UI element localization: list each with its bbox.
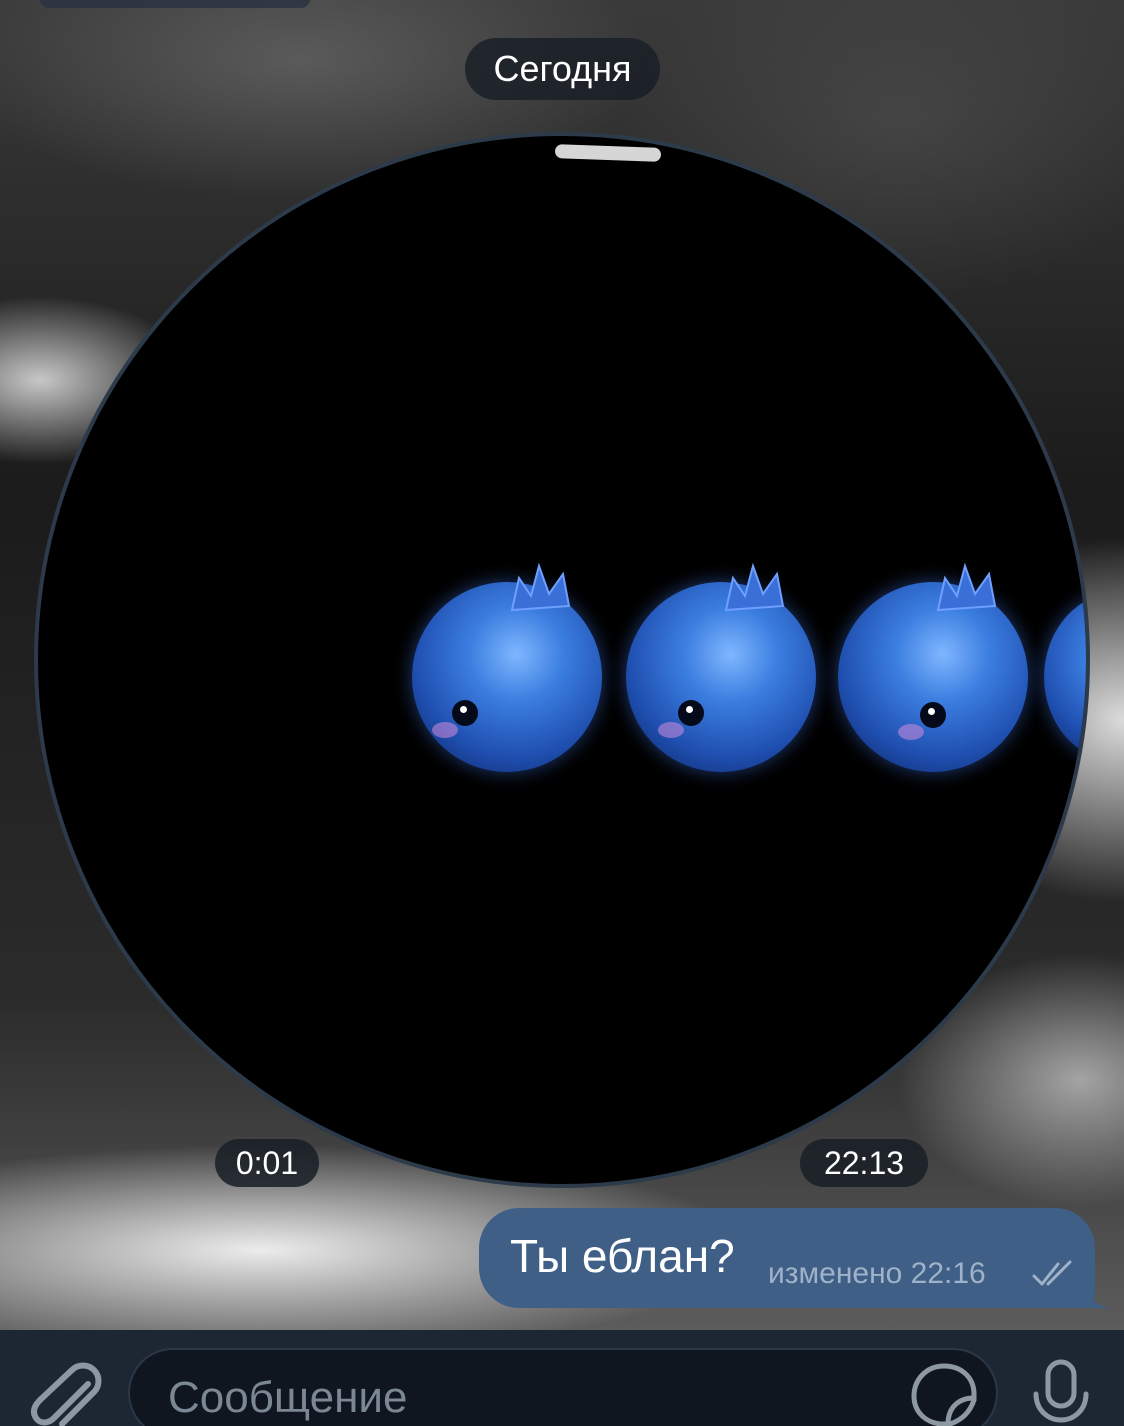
leaf-crown-icon (724, 562, 785, 612)
eye (920, 702, 946, 728)
paperclip-icon[interactable] (24, 1352, 104, 1426)
message-text: Ты еблан? (510, 1230, 735, 1282)
video-duration: 0:01 (215, 1139, 319, 1187)
message-meta: изменено 22:16 (768, 1256, 986, 1292)
eye (678, 700, 704, 726)
chat-screen: Сегодня 0:01 22:13 Ты еблан? изменено 22… (0, 0, 1124, 1426)
sticker-icon[interactable] (908, 1360, 980, 1426)
microphone-icon[interactable] (1028, 1358, 1094, 1426)
message-time: 22:16 (910, 1257, 986, 1290)
edited-label: изменено (768, 1257, 903, 1290)
video-sent-time: 22:13 (800, 1139, 928, 1187)
blush (898, 724, 924, 740)
blueberry-character (838, 562, 1028, 772)
round-video-message[interactable] (34, 132, 1090, 1188)
message-input-field[interactable] (128, 1348, 998, 1426)
blush (432, 722, 458, 738)
message-input[interactable] (166, 1364, 910, 1426)
bubble-tail (1080, 1270, 1110, 1308)
blueberry-character (412, 562, 602, 772)
previous-message-fragment (40, 0, 310, 8)
date-separator: Сегодня (465, 38, 660, 100)
blush (658, 722, 684, 738)
blueberry-character (1044, 592, 1086, 762)
leaf-crown-icon (510, 562, 571, 612)
double-check-icon (1032, 1260, 1072, 1286)
blueberry-character (626, 562, 816, 772)
leaf-crown-icon (936, 562, 997, 612)
eye (452, 700, 478, 726)
